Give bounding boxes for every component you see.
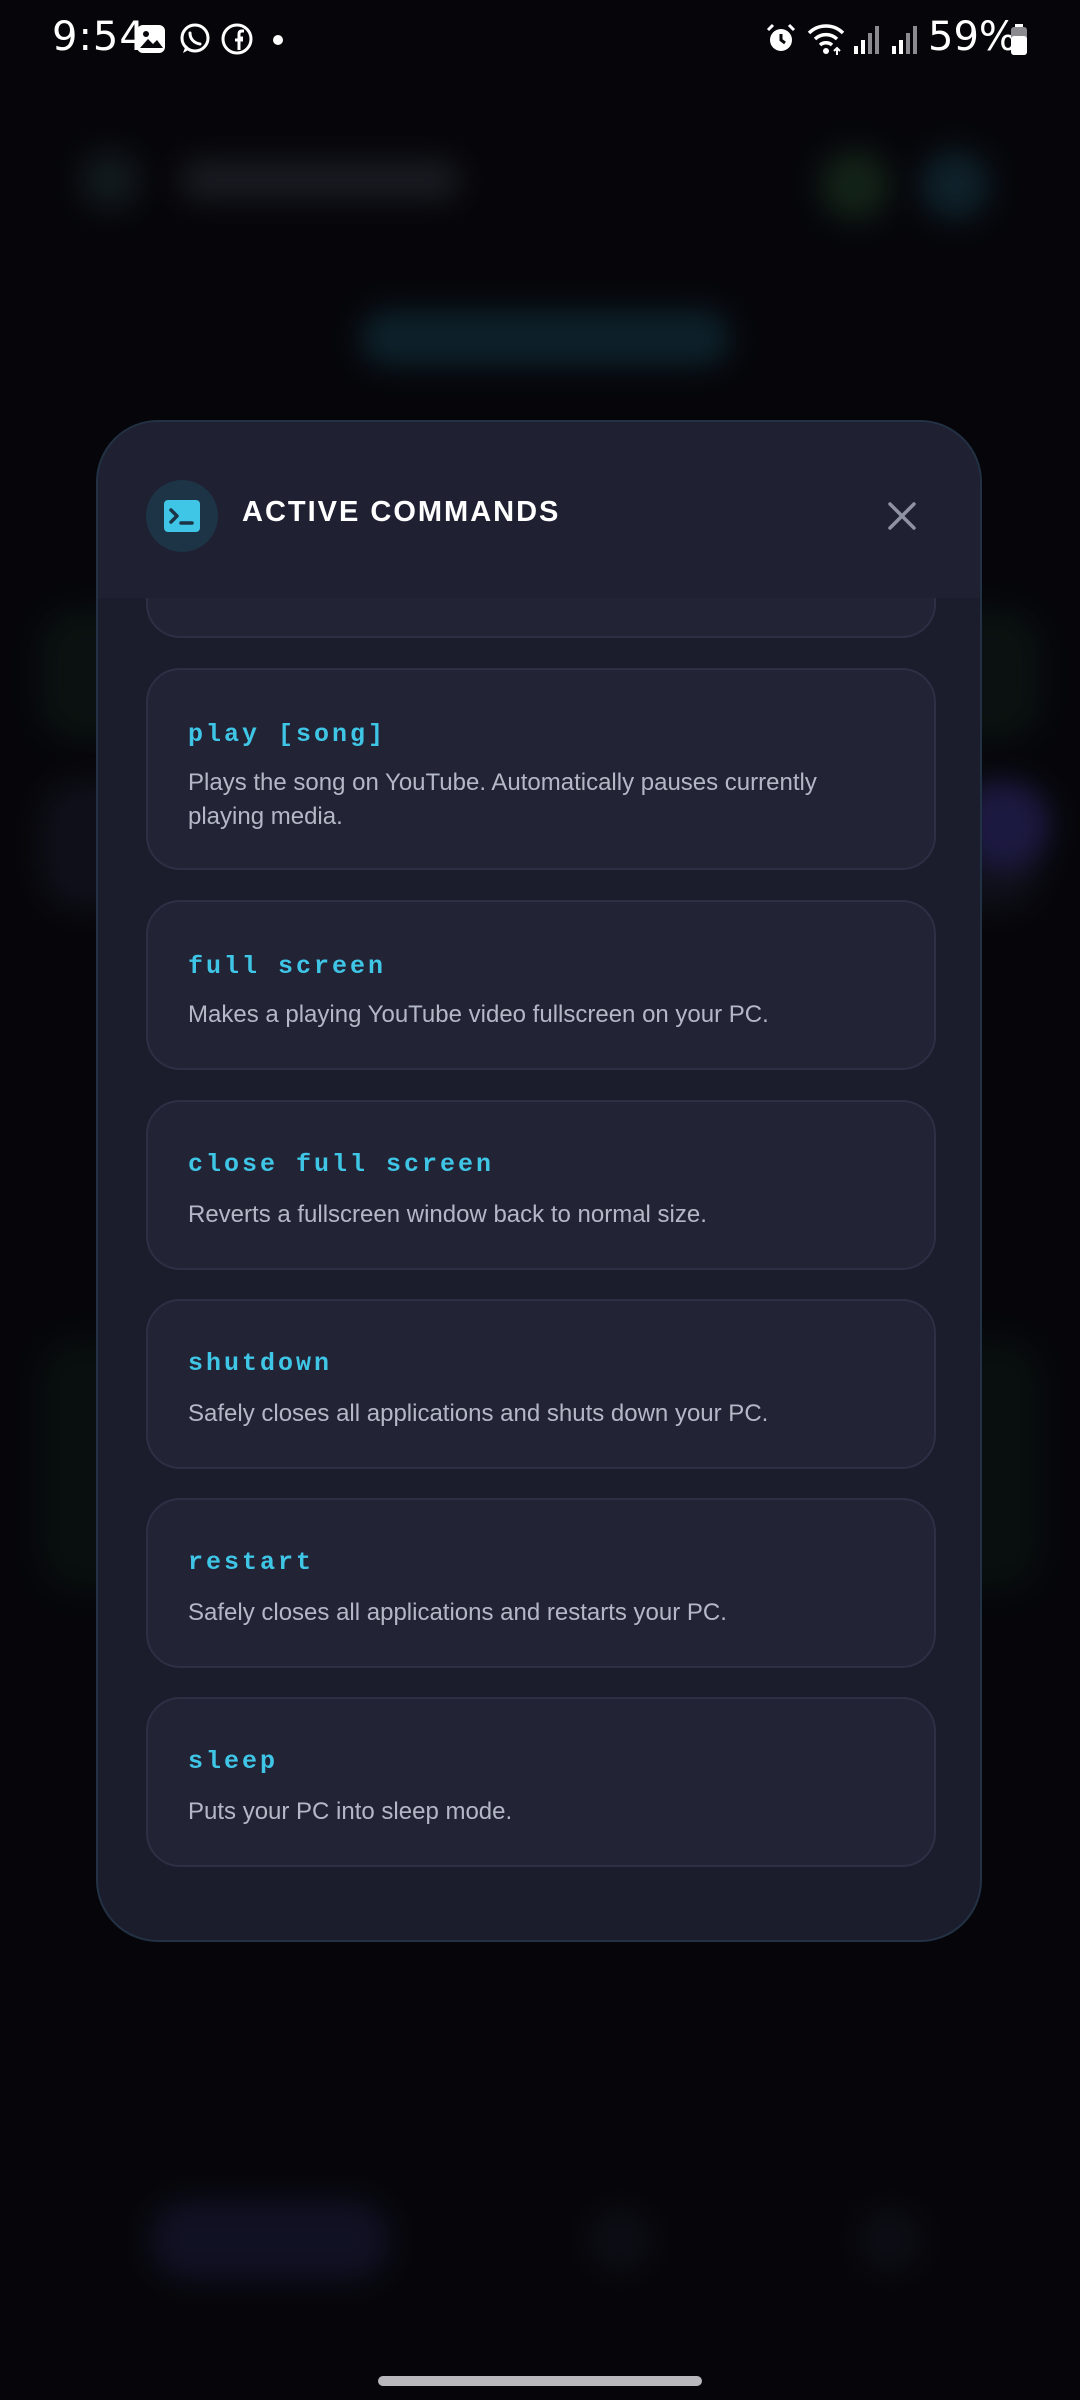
command-card-partial bbox=[146, 598, 936, 638]
command-name: full screen bbox=[188, 952, 387, 981]
command-name: restart bbox=[188, 1548, 315, 1577]
command-card: close full screen Reverts a fullscreen w… bbox=[146, 1100, 936, 1270]
signal-icon bbox=[854, 26, 879, 54]
facebook-icon bbox=[221, 23, 253, 55]
command-name: shutdown bbox=[188, 1349, 333, 1378]
command-name: sleep bbox=[188, 1747, 279, 1776]
gesture-home-bar[interactable] bbox=[378, 2376, 702, 2386]
command-card: play [song] Plays the song on YouTube. A… bbox=[146, 668, 936, 870]
whatsapp-icon bbox=[180, 23, 210, 53]
command-name: close full screen bbox=[188, 1150, 495, 1179]
command-description: Safely closes all applications and shuts… bbox=[188, 1400, 769, 1427]
status-bar: 9:54 59% bbox=[0, 0, 1080, 80]
alarm-icon bbox=[766, 23, 796, 51]
notification-dot bbox=[273, 35, 283, 45]
command-card: full screen Makes a playing YouTube vide… bbox=[146, 900, 936, 1070]
command-card: sleep Puts your PC into sleep mode. bbox=[146, 1697, 936, 1867]
command-description: Makes a playing YouTube video fullscreen… bbox=[188, 1001, 769, 1028]
battery-icon bbox=[1011, 24, 1027, 55]
command-card: shutdown Safely closes all applications … bbox=[146, 1299, 936, 1469]
wifi-icon bbox=[807, 24, 845, 55]
terminal-icon bbox=[146, 480, 218, 552]
status-time: 9:54 bbox=[52, 14, 146, 60]
command-description: Safely closes all applications and resta… bbox=[188, 1599, 727, 1626]
dialog-header: ACTIVE COMMANDS bbox=[98, 422, 980, 598]
dialog-title: ACTIVE COMMANDS bbox=[242, 496, 561, 528]
command-description: Plays the song on YouTube. Automatically… bbox=[188, 769, 817, 830]
battery-percent: 59% bbox=[928, 14, 1017, 60]
close-icon[interactable] bbox=[882, 496, 922, 536]
commands-list[interactable]: play [song] Plays the song on YouTube. A… bbox=[98, 598, 980, 1940]
active-commands-dialog: ACTIVE COMMANDS play [song] Plays the so… bbox=[96, 420, 982, 1942]
command-name: play [song] bbox=[188, 720, 387, 749]
command-description: Reverts a fullscreen window back to norm… bbox=[188, 1201, 707, 1228]
gallery-icon bbox=[137, 25, 165, 53]
signal-icon bbox=[892, 26, 917, 54]
command-description: Puts your PC into sleep mode. bbox=[188, 1798, 513, 1825]
command-card: restart Safely closes all applications a… bbox=[146, 1498, 936, 1668]
